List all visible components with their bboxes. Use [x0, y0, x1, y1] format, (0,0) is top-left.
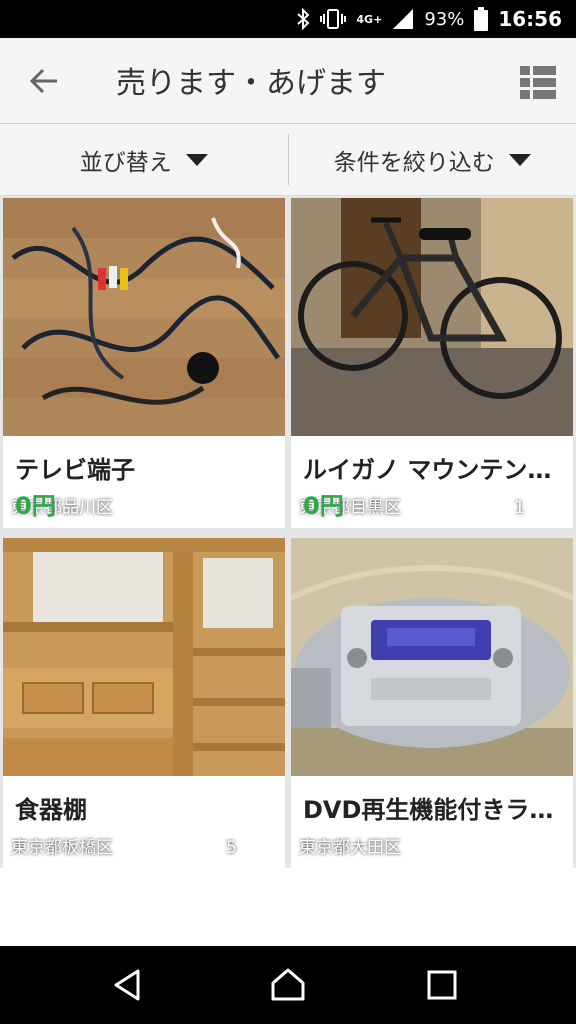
signal-icon	[393, 9, 414, 29]
network-type: 4G+	[356, 12, 383, 26]
battery-icon	[474, 7, 489, 31]
page-title: 売ります・あげます	[116, 66, 386, 101]
back-button[interactable]	[24, 61, 64, 101]
listing-name: テレビ端子	[15, 456, 135, 484]
listing-photo	[291, 538, 573, 776]
listing-name: ルイガノ マウンテン…	[303, 456, 552, 484]
sort-button[interactable]: 並び替え	[0, 124, 288, 195]
nav-recents-icon[interactable]	[422, 965, 462, 1005]
filter-conditions-button[interactable]: 条件を絞り込む	[289, 124, 576, 195]
vibrate-icon	[320, 9, 347, 29]
filter-bar: 並び替え 条件を絞り込む	[0, 124, 576, 196]
listing-card[interactable]: 東京都品川区 テレビ端子 0円	[3, 198, 285, 528]
caret-down-icon	[185, 153, 208, 166]
battery-percent: 93%	[424, 8, 465, 30]
content-blank-area	[0, 868, 576, 946]
listing-card[interactable]: 東京都大田区 DVD再生機能付きラ…	[291, 538, 573, 868]
bluetooth-icon	[297, 8, 310, 30]
listing-card[interactable]: 東京都目黒区 1 ルイガノ マウンテン… 0円	[291, 198, 573, 528]
sort-label: 並び替え	[79, 149, 172, 176]
listing-name: 食器棚	[15, 796, 87, 824]
listing-grid: 東京都品川区 テレビ端子 0円 東京都目黒区 1 ルイガノ マウンテン… 0円 …	[0, 196, 576, 868]
listing-photo	[3, 198, 285, 436]
system-nav-bar	[0, 946, 576, 1024]
app-bar: 売ります・あげます	[0, 38, 576, 124]
listing-price: 0円	[15, 492, 56, 520]
nav-home-icon[interactable]	[268, 965, 308, 1005]
filter-label: 条件を絞り込む	[333, 149, 495, 176]
listing-photo	[3, 538, 285, 776]
listing-name: DVD再生機能付きラ…	[303, 796, 554, 824]
nav-back-icon[interactable]	[108, 965, 148, 1005]
listing-card[interactable]: 東京都板橋区 5 食器棚	[3, 538, 285, 868]
back-arrow-icon	[29, 68, 57, 94]
clock: 16:56	[498, 7, 562, 31]
list-view-icon[interactable]	[518, 62, 558, 102]
listing-photo	[291, 198, 573, 436]
status-bar: 4G+ 93% 16:56	[0, 0, 576, 38]
listing-price: 0円	[303, 492, 344, 520]
caret-down-icon	[508, 153, 531, 166]
